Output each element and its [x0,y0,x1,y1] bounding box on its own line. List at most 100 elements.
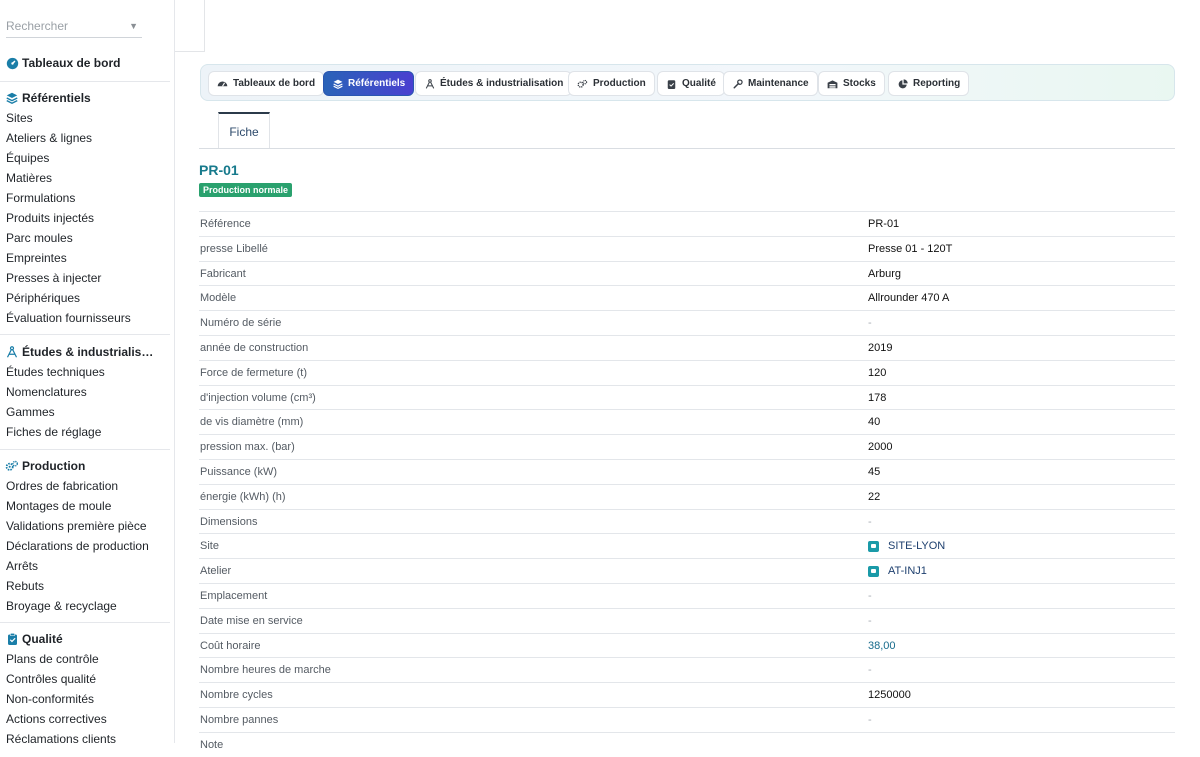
sidebar-section-title[interactable]: Référentiels [0,88,170,108]
sidebar-item-fiches-reglage[interactable]: Fiches de réglage [0,422,170,442]
sidebar-item-ordres-fabrication[interactable]: Ordres de fabrication [0,476,170,496]
sidebar-item-ateliers[interactable]: Ateliers & lignes [0,128,170,148]
chevron-down-icon[interactable]: ▼ [129,14,138,38]
tab-referentiels[interactable]: Référentiels [323,71,415,96]
tab-maintenance[interactable]: Maintenance [723,71,818,96]
sidebar-item-gammes[interactable]: Gammes [0,402,170,422]
atelier-link[interactable]: AT-INJ1 [868,565,927,577]
field-value: Presse 01 - 120T [868,242,953,255]
sidebar-item-actions-correctives[interactable]: Actions correctives [0,709,170,729]
sidebar-item-matieres[interactable]: Matières [0,168,170,188]
table-row: Atelier AT-INJ1 [199,558,1175,583]
field-value: - [868,713,872,726]
table-row: Nombre pannes - [199,706,1175,732]
sidebar-item-parc-moules[interactable]: Parc moules [0,228,170,248]
sidebar-item-controles-qualite[interactable]: Contrôles qualité [0,669,170,689]
warehouse-icon [827,78,838,89]
sidebar-item-rebuts[interactable]: Rebuts [0,576,170,596]
sidebar-item-montages-moule[interactable]: Montages de moule [0,496,170,516]
field-label: Numéro de série [200,317,282,330]
sidebar-section-label: Qualité [22,632,63,646]
sidebar-item-peripheriques[interactable]: Périphériques [0,288,170,308]
tab-stocks[interactable]: Stocks [818,71,885,96]
table-row: Référence PR-01 [199,211,1175,236]
field-label: d'injection volume (cm³) [200,391,316,404]
search-placeholder: Rechercher [6,19,69,33]
field-value: 2000 [868,441,893,454]
field-label: Note [200,738,224,751]
sidebar-item-evaluation[interactable]: Évaluation fournisseurs [0,308,170,328]
field-value: - [868,317,872,330]
field-label: presse Libellé [200,242,268,255]
layers-icon [332,78,343,89]
tab-label: Référentiels [348,78,406,89]
sidebar-item-etudes-techniques[interactable]: Études techniques [0,362,170,382]
field-value: - [868,614,872,627]
tab-reporting[interactable]: Reporting [888,71,970,96]
field-value: 178 [868,391,887,404]
table-row: Nombre cycles 1250000 [199,682,1175,707]
field-value: - [868,664,872,677]
tab-production[interactable]: Production [568,71,655,96]
sidebar-section-production: Production Ordres de fabrication Montage… [0,456,170,616]
sidebar-item-plans-controle[interactable]: Plans de contrôle [0,649,170,669]
page-title: PR-01 [199,162,239,178]
field-label: Fabricant [200,267,246,280]
tab-label: Stocks [843,78,876,89]
clipboard-check-icon [666,78,677,89]
field-value: 2019 [868,341,893,354]
sidebar-item-arrets[interactable]: Arrêts [0,556,170,576]
sidebar: Rechercher ▼ Tableaux de bord Référentie… [0,0,175,743]
field-value: Arburg [868,267,902,280]
sidebar-dashboard-label: Tableaux de bord [22,56,121,70]
sidebar-section-title[interactable]: Études & industrialis… [0,342,170,362]
sidebar-section-title[interactable]: Production [0,456,170,476]
tab-tableaux-de-bord[interactable]: Tableaux de bord [208,71,325,96]
compass-icon [424,78,435,89]
site-link[interactable]: SITE-LYON [868,540,945,552]
sidebar-item-reclamations[interactable]: Réclamations clients [0,729,170,743]
field-label: Nombre heures de marche [200,664,331,677]
table-row: presse Libellé Presse 01 - 120T [199,235,1175,261]
table-row: Nombre heures de marche - [199,657,1175,682]
sidebar-item-presses[interactable]: Presses à injecter [0,268,170,288]
table-row: Force de fermeture (t) 120 [199,359,1175,385]
sidebar-item-broyage[interactable]: Broyage & recyclage [0,596,170,616]
sidebar-item-dashboard[interactable]: Tableaux de bord [0,53,170,73]
sidebar-item-equipes[interactable]: Équipes [0,148,170,168]
field-value: 22 [868,490,881,503]
atelier-link-label: AT-INJ1 [888,565,927,578]
table-row: Fabricant Arburg [199,260,1175,286]
sidebar-item-nomenclatures[interactable]: Nomenclatures [0,382,170,402]
sidebar-item-empreintes[interactable]: Empreintes [0,248,170,268]
field-label: année de construction [200,341,309,354]
building-icon [868,540,879,552]
clipboard-check-icon [5,632,19,646]
detail-table: Référence PR-01 presse Libellé Presse 01 -… [199,211,1175,757]
field-value: - [868,515,872,528]
tab-etudes[interactable]: Études & industrialisation [415,71,573,96]
table-row: d'injection volume (cm³) 178 [199,384,1175,410]
search-select[interactable]: Rechercher ▼ [6,14,142,38]
field-label: Dimensions [200,515,258,528]
sidebar-section-title[interactable]: Qualité [0,629,170,649]
header-corner [175,0,205,52]
table-row: Date mise en service - [199,607,1175,633]
table-row: Emplacement - [199,582,1175,608]
field-label: Coût horaire [200,639,261,652]
sidebar-item-declarations[interactable]: Déclarations de production [0,536,170,556]
sidebar-item-sites[interactable]: Sites [0,108,170,128]
sidebar-item-non-conformites[interactable]: Non-conformités [0,689,170,709]
sidebar-divider [0,334,170,335]
sidebar-section-referentiels: Référentiels Sites Ateliers & lignes Équ… [0,88,170,328]
sidebar-item-produits[interactable]: Produits injectés [0,208,170,228]
field-label: Emplacement [200,589,268,602]
tab-qualite[interactable]: Qualité [657,71,725,96]
field-label: Date mise en service [200,614,303,627]
sidebar-item-formulations[interactable]: Formulations [0,188,170,208]
sidebar-section-qualite: Qualité Plans de contrôle Contrôles qual… [0,629,170,743]
sidebar-item-validations[interactable]: Validations première pièce [0,516,170,536]
gears-icon [577,78,588,89]
field-label: Site [200,540,219,553]
tab-fiche[interactable]: Fiche [218,112,270,149]
